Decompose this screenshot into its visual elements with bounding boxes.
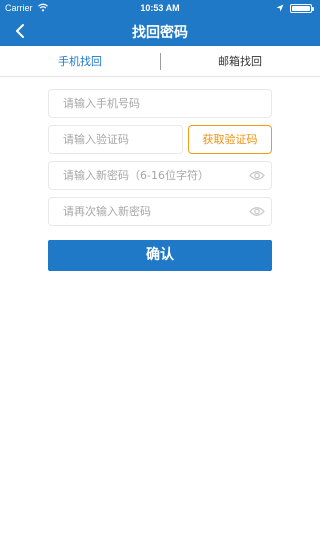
verification-code-placeholder: 请输入验证码: [63, 133, 129, 146]
eye-icon[interactable]: [249, 170, 265, 181]
phone-input[interactable]: 请输入手机号码: [48, 89, 272, 118]
battery-fill: [292, 6, 310, 11]
confirm-password-input[interactable]: 请再次输入新密码: [48, 197, 272, 226]
recovery-tabs: 手机找回 邮箱找回: [0, 46, 320, 77]
status-bar: Carrier 10:53 AM: [0, 0, 320, 16]
get-code-button[interactable]: 获取验证码: [188, 125, 272, 154]
battery-nub: [312, 7, 314, 11]
tab-phone-recovery[interactable]: 手机找回: [0, 46, 160, 77]
verification-code-input[interactable]: 请输入验证码: [48, 125, 183, 154]
confirm-button[interactable]: 确认: [48, 240, 272, 271]
location-arrow-icon: [276, 4, 284, 12]
navigation-bar: 找回密码: [0, 16, 320, 46]
tab-email-recovery[interactable]: 邮箱找回: [160, 46, 320, 77]
phone-placeholder: 请输入手机号码: [63, 97, 140, 110]
confirm-password-placeholder: 请再次输入新密码: [63, 205, 151, 218]
status-time: 10:53 AM: [140, 3, 180, 13]
new-password-placeholder: 请输入新密码（6-16位字符）: [63, 169, 209, 182]
eye-icon[interactable]: [249, 206, 265, 217]
app-header: Carrier 10:53 AM 找回密码: [0, 0, 320, 46]
new-password-input[interactable]: 请输入新密码（6-16位字符）: [48, 161, 272, 190]
page-title: 找回密码: [132, 25, 188, 41]
battery-icon: [290, 4, 314, 13]
